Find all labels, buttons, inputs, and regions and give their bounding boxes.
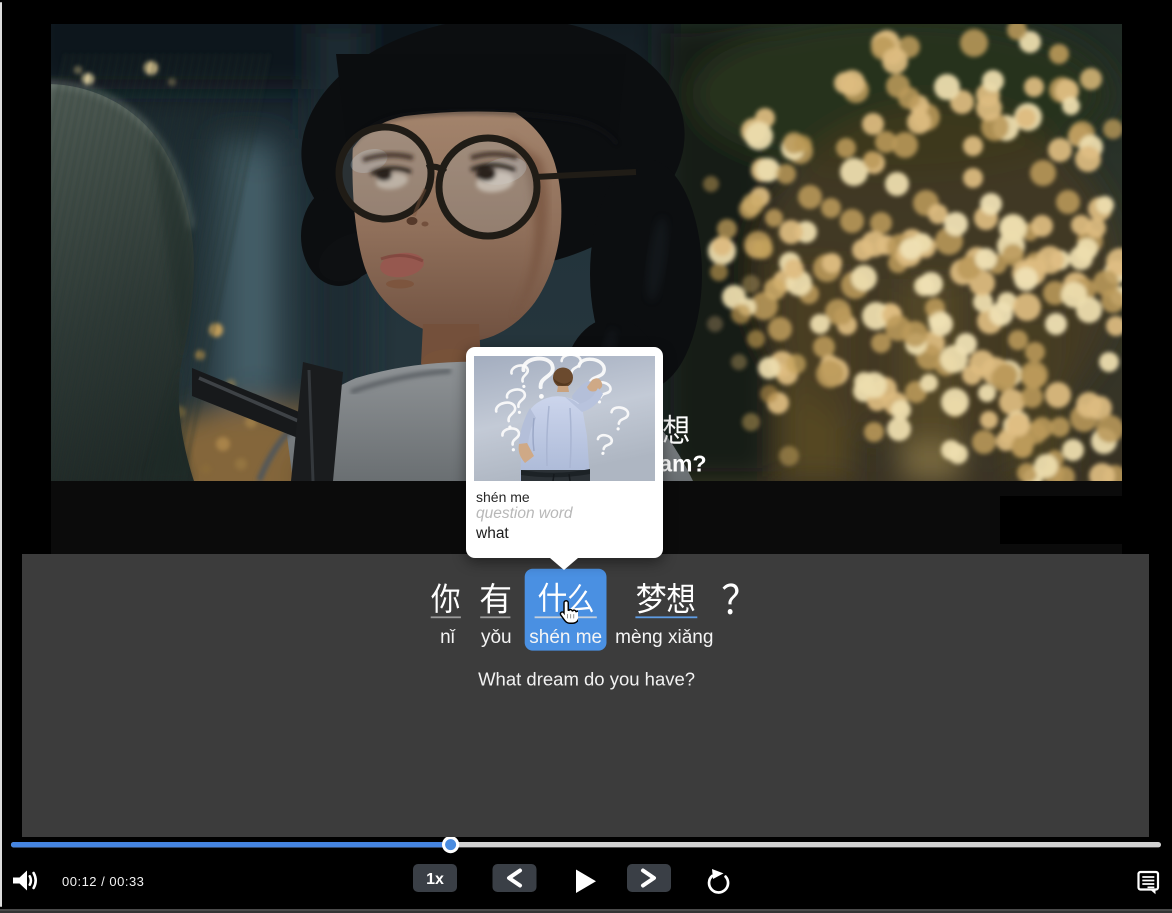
svg-text:nǐ: nǐ [440,627,457,648]
svg-text:mèng xiǎng: mèng xiǎng [615,627,713,648]
svg-text:00:12 / 00:33: 00:12 / 00:33 [62,874,144,889]
svg-text:yǒu: yǒu [481,627,512,648]
svg-text:1x: 1x [426,871,444,888]
svg-text:What dream do you have?: What dream do you have? [478,668,695,689]
svg-text:shén me: shén me [529,627,602,648]
